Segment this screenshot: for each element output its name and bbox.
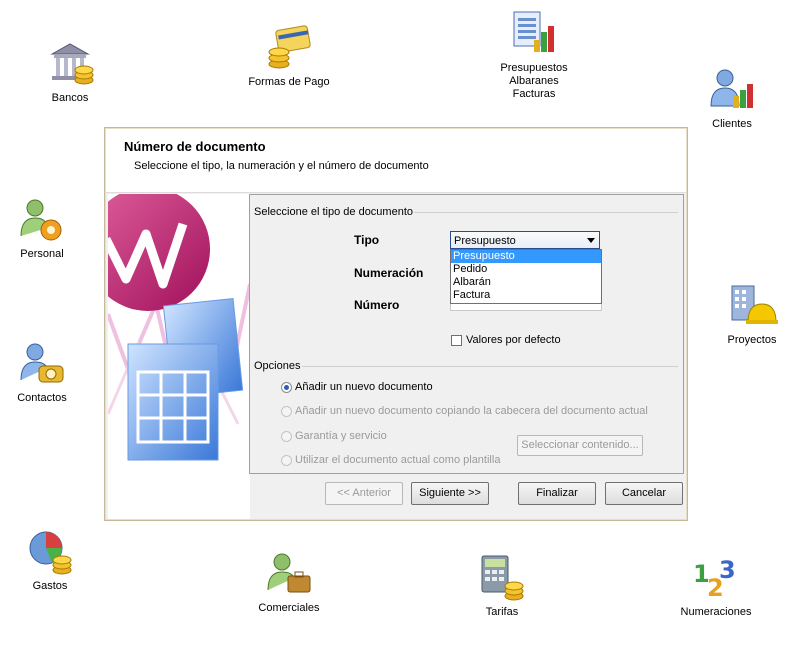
- group-divider: [414, 212, 678, 213]
- desktop-icon-label: Formas de Pago: [248, 76, 330, 88]
- desktop-icon-proyectos[interactable]: Proyectos: [722, 282, 782, 347]
- option-nuevo-label: Añadir un nuevo documento: [295, 381, 433, 393]
- svg-text:3: 3: [719, 556, 736, 584]
- document-number-dialog: Número de documento Seleccione el tipo, …: [104, 127, 688, 521]
- wizard-graphic: [108, 194, 250, 519]
- group-tipo-label: Seleccione el tipo de documento: [254, 206, 413, 218]
- people-chart-icon: [710, 69, 753, 108]
- option-copiar-cabecera-label: Añadir un nuevo documento copiando la ca…: [295, 405, 648, 417]
- tipo-combobox[interactable]: Presupuesto: [450, 231, 600, 249]
- group-opciones-label: Opciones: [254, 360, 301, 372]
- desktop-icon-numeraciones[interactable]: 1 2 3 Numeraciones: [676, 554, 756, 619]
- desktop-icon-formas-pago[interactable]: Formas de Pago: [246, 24, 332, 89]
- label-numeracion: Numeración: [354, 266, 424, 280]
- desktop-icon-bancos[interactable]: Bancos: [40, 40, 100, 105]
- cancelar-button[interactable]: Cancelar: [605, 482, 683, 505]
- desktop-icon-label: Comerciales: [258, 602, 320, 614]
- desktop-icon-clientes[interactable]: Clientes: [702, 66, 762, 131]
- tipo-option-presupuesto[interactable]: Presupuesto: [451, 250, 601, 263]
- wizard-image: [108, 194, 250, 519]
- desktop-icon-label: Tarifas: [485, 606, 519, 618]
- anterior-button[interactable]: << Anterior: [325, 482, 403, 505]
- chevron-down-icon[interactable]: [587, 238, 595, 243]
- desktop-icon-presupuestos[interactable]: Presupuestos Albaranes Facturas: [494, 10, 574, 101]
- siguiente-button[interactable]: Siguiente >>: [411, 482, 489, 505]
- person-gear-icon: [20, 199, 62, 241]
- valores-defecto-checkbox[interactable]: [451, 335, 462, 346]
- numbers-123-icon: 1 2 3: [693, 556, 736, 602]
- desktop-icon-comerciales[interactable]: Comerciales: [254, 550, 324, 615]
- person-briefcase-icon: [267, 553, 311, 593]
- desktop-icon-label: Contactos: [17, 392, 67, 404]
- desktop-icon-personal[interactable]: Personal: [12, 196, 72, 261]
- document-chart-icon: [513, 11, 554, 52]
- desktop-icon-contactos[interactable]: Contactos: [12, 340, 72, 405]
- desktop-icon-tarifas[interactable]: Tarifas: [472, 554, 532, 619]
- tipo-option-factura[interactable]: Factura: [451, 289, 601, 302]
- label-tipo: Tipo: [354, 233, 380, 247]
- desktop-icon-label: Presupuestos Albaranes Facturas: [500, 62, 568, 100]
- desktop-icon-gastos[interactable]: Gastos: [20, 528, 80, 593]
- seleccionar-contenido-button[interactable]: Seleccionar contenido...: [517, 435, 643, 456]
- dialog-subtitle: Seleccione el tipo, la numeración y el n…: [134, 160, 429, 172]
- pie-chart-coins-icon: [29, 531, 72, 575]
- bank-icon: [50, 43, 94, 85]
- option-copiar-cabecera-radio[interactable]: [281, 406, 292, 417]
- option-plantilla-label: Utilizar el documento actual como planti…: [295, 454, 501, 466]
- group-divider: [302, 366, 678, 367]
- option-garantia-radio[interactable]: [281, 431, 292, 442]
- valores-defecto-label: Valores por defecto: [466, 334, 561, 346]
- desktop-icon-label: Numeraciones: [680, 606, 752, 618]
- desktop-icon-label: Personal: [20, 248, 64, 260]
- tipo-dropdown-list: Presupuesto Pedido Albarán Factura: [450, 249, 602, 304]
- finalizar-button[interactable]: Finalizar: [518, 482, 596, 505]
- desktop-icon-label: Bancos: [51, 92, 89, 104]
- calculator-coins-icon: [481, 555, 524, 601]
- tipo-selected-value: Presupuesto: [454, 235, 516, 247]
- option-nuevo-radio[interactable]: [281, 382, 292, 393]
- wizard-panel: Seleccione el tipo de documento Tipo Num…: [249, 194, 684, 474]
- building-helmet-icon: [731, 285, 778, 324]
- option-plantilla-radio[interactable]: [281, 455, 292, 466]
- desktop-icon-label: Gastos: [32, 580, 68, 592]
- desktop-icon-label: Proyectos: [727, 334, 777, 346]
- tipo-option-pedido[interactable]: Pedido: [451, 263, 601, 276]
- credit-card-coins-icon: [268, 25, 311, 69]
- dialog-title: Número de documento: [124, 139, 266, 154]
- option-garantia-label: Garantía y servicio: [295, 430, 387, 442]
- desktop-icon-label: Clientes: [712, 118, 752, 130]
- label-numero: Número: [354, 298, 400, 312]
- dialog-header: Número de documento Seleccione el tipo, …: [106, 129, 686, 193]
- person-phone-icon: [20, 343, 64, 383]
- tipo-option-albaran[interactable]: Albarán: [451, 276, 601, 289]
